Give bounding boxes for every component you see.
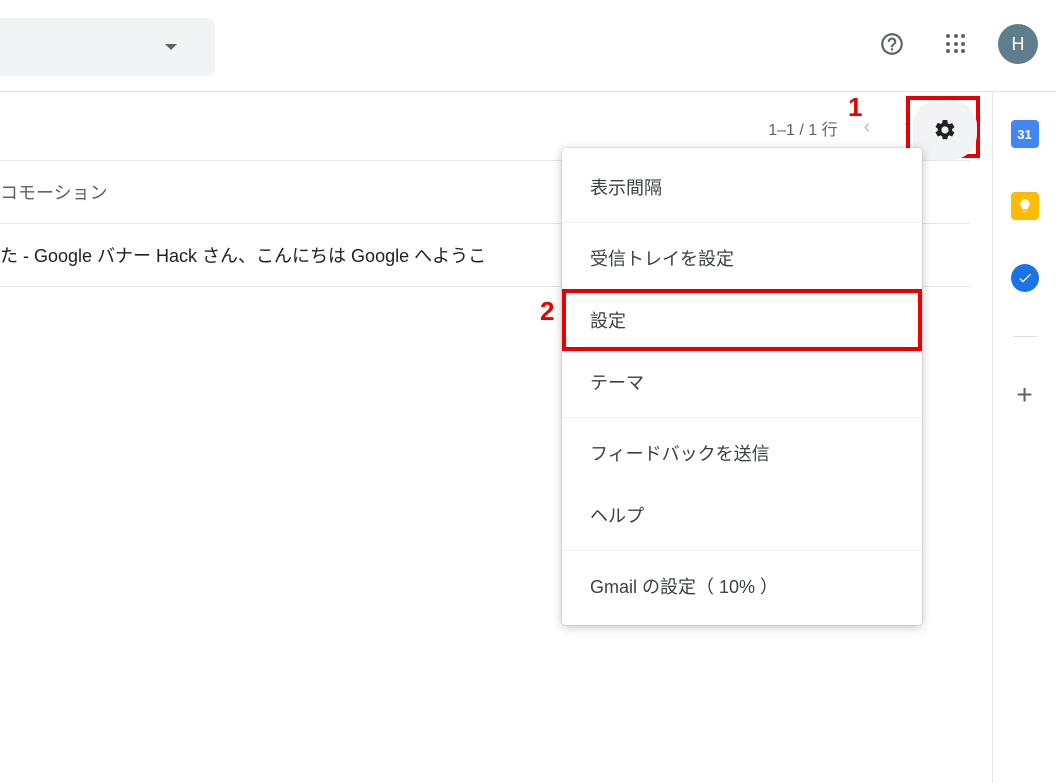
menu-item-feedback[interactable]: フィードバックを送信 — [562, 422, 922, 484]
caret-down-icon — [165, 44, 177, 50]
calendar-icon[interactable]: 31 — [1011, 120, 1039, 148]
keep-icon[interactable] — [1011, 192, 1039, 220]
menu-item-setup-progress[interactable]: Gmail の設定（ 10% ） — [562, 555, 922, 617]
menu-item-inbox-settings[interactable]: 受信トレイを設定 — [562, 227, 922, 289]
topbar: H — [0, 0, 1056, 92]
annotation-1: 1 — [848, 92, 862, 123]
rail-separator — [1013, 336, 1037, 337]
menu-separator — [562, 222, 922, 223]
menu-item-settings[interactable]: 設定 — [562, 289, 922, 351]
pagination-range: 1–1 / 1 行 — [768, 116, 837, 140]
menu-item-density[interactable]: 表示間隔 — [562, 156, 922, 218]
menu-item-theme[interactable]: テーマ — [562, 351, 922, 413]
apps-icon[interactable] — [934, 22, 978, 66]
menu-separator — [562, 550, 922, 551]
topbar-right-group: H — [870, 22, 1038, 66]
add-addon-button[interactable]: + — [1011, 381, 1039, 409]
check-icon — [1017, 270, 1033, 286]
avatar[interactable]: H — [998, 24, 1038, 64]
settings-button[interactable] — [913, 100, 977, 160]
right-side-rail: 31 + — [992, 92, 1056, 783]
tasks-icon[interactable] — [1011, 264, 1039, 292]
calendar-day-number: 31 — [1017, 127, 1031, 142]
annotation-2: 2 — [540, 296, 554, 327]
apps-grid-icon — [946, 34, 966, 54]
gear-icon — [933, 118, 957, 142]
help-icon[interactable] — [870, 22, 914, 66]
menu-separator — [562, 417, 922, 418]
avatar-initial: H — [1012, 34, 1025, 55]
lightbulb-icon — [1017, 198, 1033, 214]
menu-item-help[interactable]: ヘルプ — [562, 484, 922, 546]
search-dropdown[interactable] — [0, 18, 215, 76]
settings-dropdown-menu: 表示間隔 受信トレイを設定 設定 テーマ フィードバックを送信 ヘルプ Gmai… — [562, 148, 922, 625]
